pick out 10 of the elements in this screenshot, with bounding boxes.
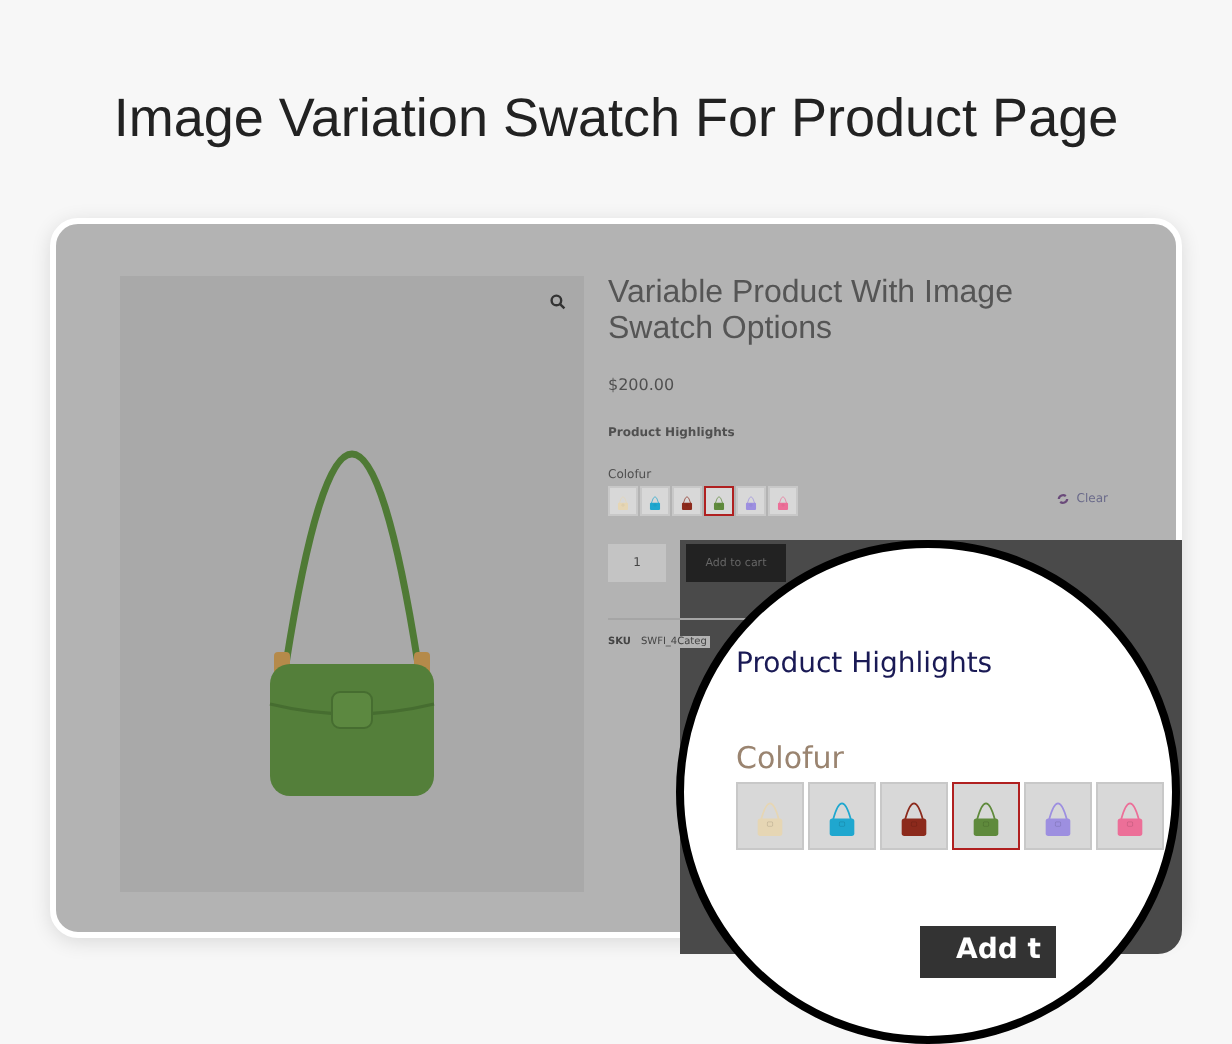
product-price: $200.00 — [608, 376, 677, 394]
add-to-cart-button[interactable]: Add t — [920, 926, 1056, 978]
refresh-icon — [1056, 492, 1071, 506]
highlights-label: Product Highlights — [736, 648, 995, 680]
color-swatch[interactable] — [952, 782, 1020, 850]
page-heading: Image Variation Swatch For Product Page — [113, 88, 1119, 150]
color-swatch[interactable] — [704, 486, 734, 516]
zoom-icon[interactable] — [550, 294, 566, 310]
product-title: Variable Product With Image Swatch Options — [608, 276, 1015, 348]
attribute-label: Colofur — [736, 740, 846, 776]
